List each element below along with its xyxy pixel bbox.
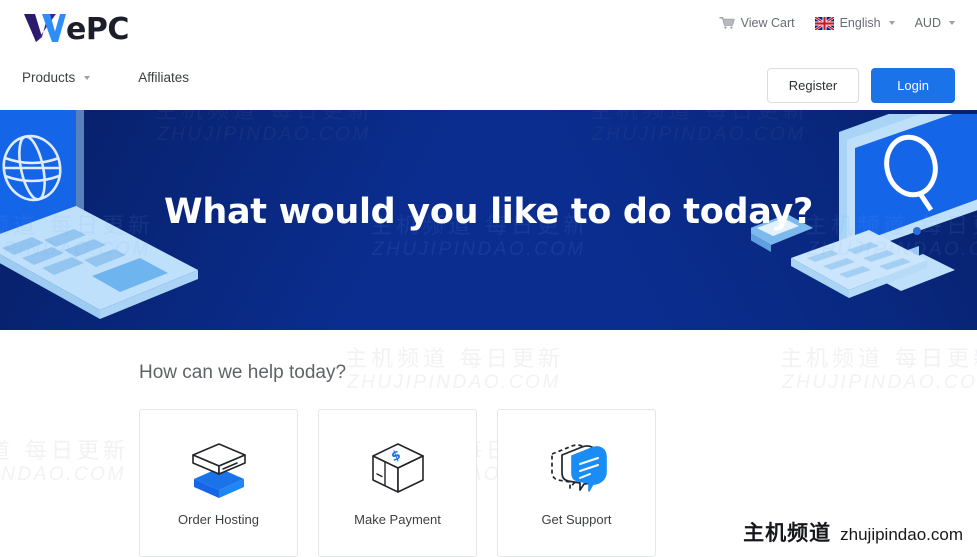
nav-item-products[interactable]: Products [22,70,91,85]
currency-label: AUD [914,16,941,30]
view-cart-label: View Cart [740,16,795,30]
package-dollar-icon: $ [363,438,433,500]
card-label: Get Support [541,512,612,527]
card-get-support[interactable]: Get Support [497,409,656,557]
login-button[interactable]: Login [871,68,955,103]
chevron-down-icon [949,21,955,25]
site-watermark: 主机频道 zhujipindao.com [743,517,963,547]
nav-item-affiliates[interactable]: Affiliates [138,70,189,85]
site-header: ePC View Cart English AUD Products Affil… [0,0,977,110]
utility-nav: View Cart English AUD [718,16,955,30]
uk-flag-icon [814,16,834,30]
hero-title: What would you like to do today? [164,192,813,232]
nav-item-label: Affiliates [138,70,190,85]
help-cards: Order Hosting $ Make Payment Get Support [139,409,656,557]
currency-selector[interactable]: AUD [915,16,955,30]
logo-w-mark [24,13,66,42]
card-order-hosting[interactable]: Order Hosting [139,409,298,557]
site-logo[interactable]: ePC [22,8,129,47]
view-cart-button[interactable]: View Cart [718,16,795,30]
site-watermark-cn: 主机频道 [743,521,832,545]
language-label: English [839,16,881,30]
page-root: ePC View Cart English AUD Products Affil… [0,0,977,557]
help-section-title: How can we help today? [139,362,347,383]
chat-bubbles-icon [540,438,614,500]
card-label: Order Hosting [178,512,259,527]
shopping-cart-icon [718,17,735,29]
language-selector[interactable]: English [814,16,895,30]
open-box-icon [182,438,256,500]
auth-buttons: Register Login [766,68,955,103]
card-make-payment[interactable]: $ Make Payment [318,409,477,557]
hero-banner: What would you like to do today? [0,110,977,330]
chevron-down-icon [84,75,91,80]
register-button[interactable]: Register [766,68,860,103]
logo-text: ePC [66,12,129,47]
main-nav: Products Affiliates [22,70,189,85]
chevron-down-icon [888,21,895,25]
card-label: Make Payment [354,512,441,527]
site-watermark-en: zhujipindao.com [840,525,963,544]
nav-item-label: Products [22,70,76,85]
